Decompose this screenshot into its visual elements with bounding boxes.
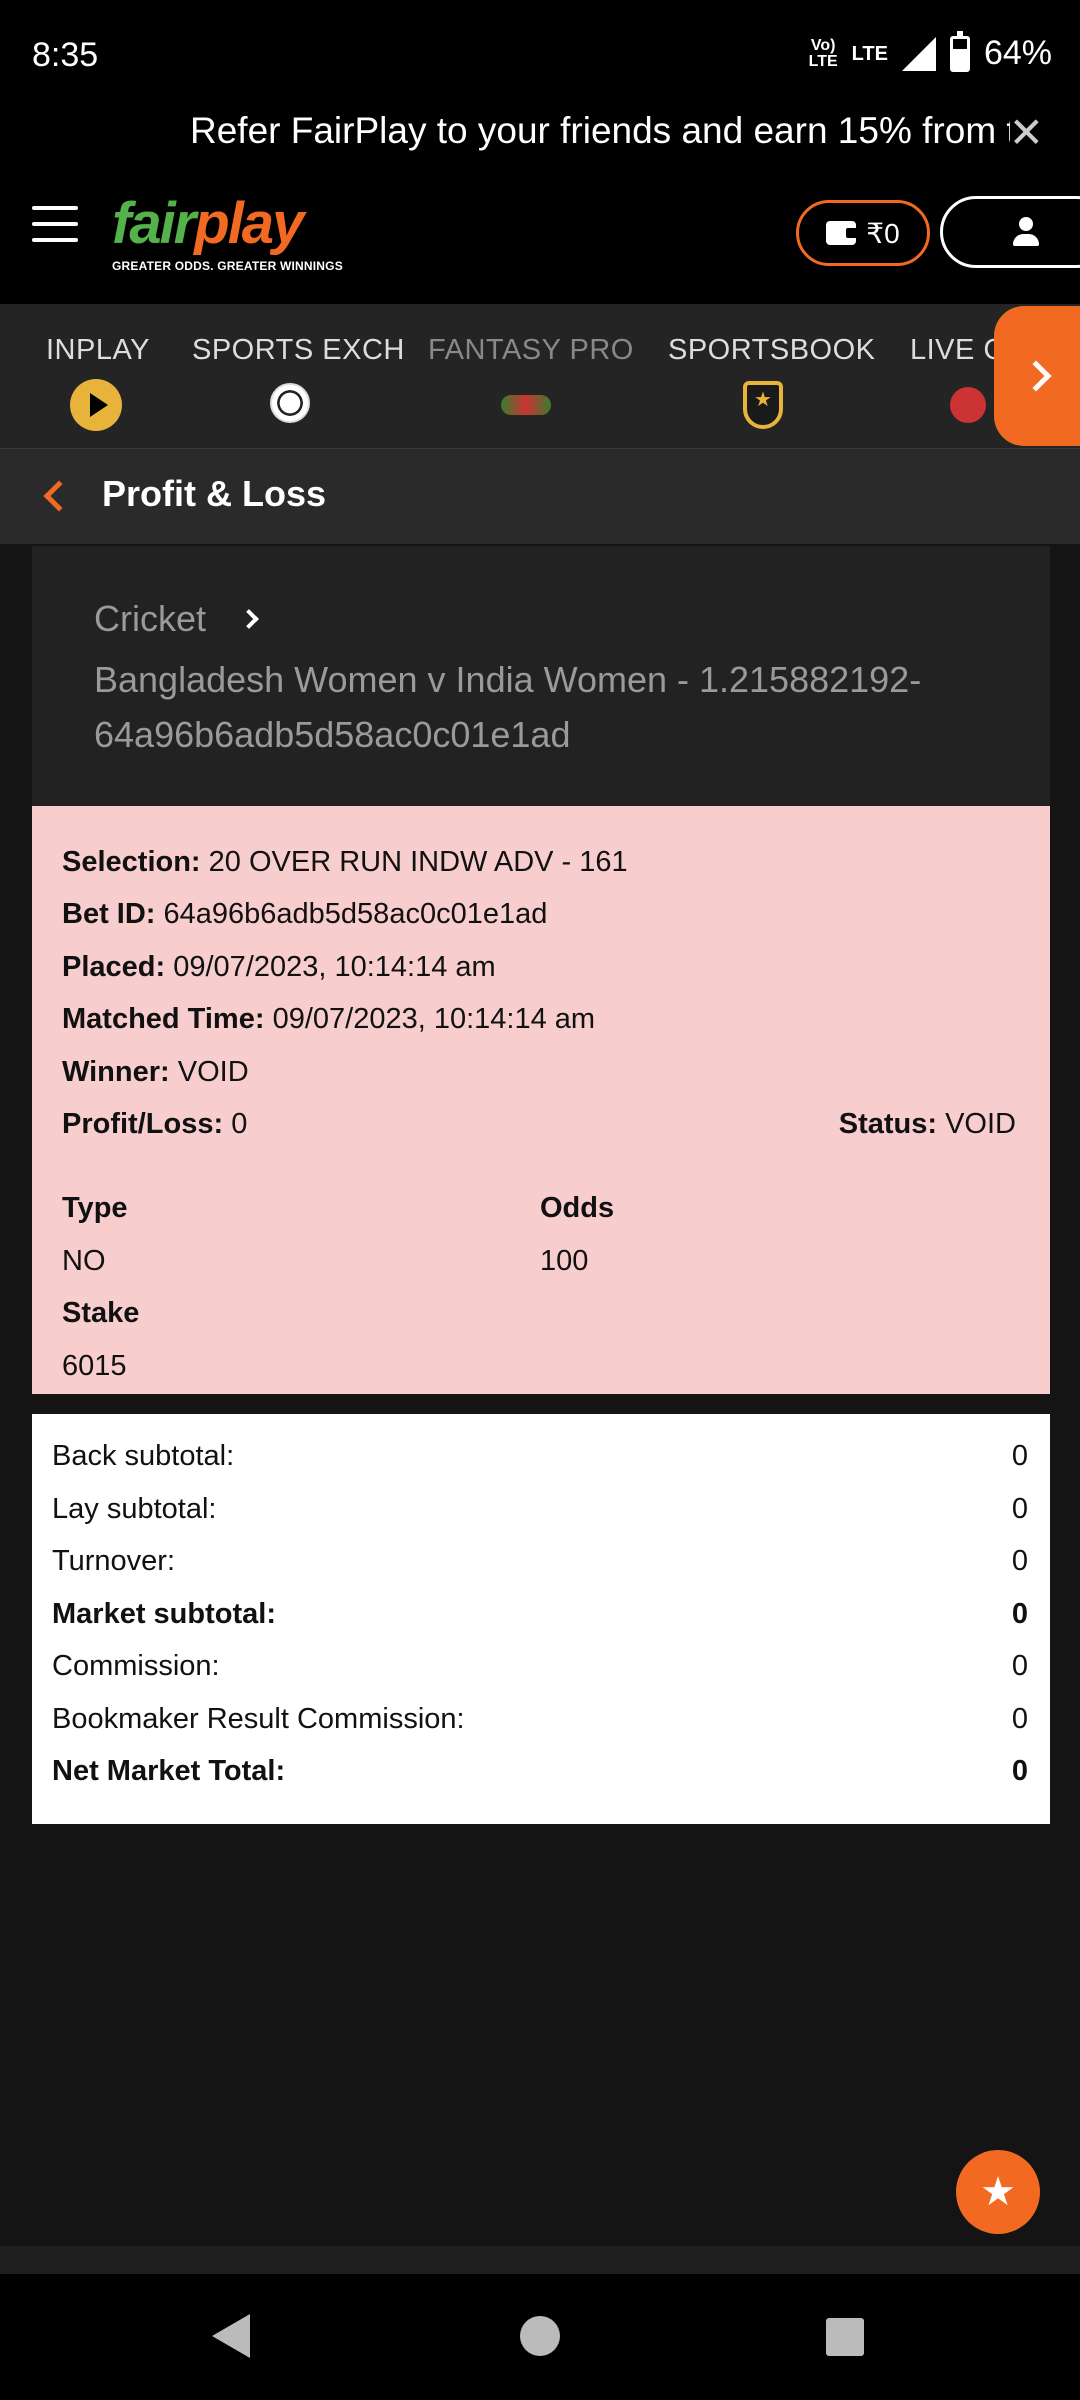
status-time: 8:35 [32, 36, 99, 74]
tab-label: SPORTS EXCH [192, 334, 405, 366]
soccer-ball-icon [270, 383, 310, 423]
category-nav: INPLAY SPORTS EXCH FANTASY PRO SPORTSBOO… [0, 304, 1080, 448]
placed-value: 09/07/2023, 10:14:14 am [173, 951, 496, 983]
category-next-button[interactable] [994, 306, 1080, 446]
wallet-button[interactable]: ₹0 [796, 200, 930, 266]
bet-details-card: Selection: 20 OVER RUN INDW ADV - 161 Be… [32, 806, 1050, 1394]
tab-label: SPORTSBOOK [668, 334, 876, 366]
signal-icon [901, 36, 936, 71]
totals-row-commission: Commission: 0 [52, 1650, 1028, 1682]
totals-row-back-subtotal: Back subtotal: 0 [52, 1440, 1028, 1472]
fantasy-icon [501, 395, 551, 415]
bet-id-row: Bet ID: 64a96b6adb5d58ac0c01e1ad [62, 898, 548, 930]
referral-banner[interactable]: Refer FairPlay to your friends and earn … [0, 100, 1080, 166]
referral-banner-text: Refer FairPlay to your friends and earn … [190, 110, 1010, 151]
page-header: Profit & Loss [0, 448, 1080, 544]
logo-fair: fair [112, 191, 196, 256]
stake-label: Stake [62, 1297, 140, 1329]
profit-loss-value: 0 [231, 1108, 248, 1140]
totals-row-turnover: Turnover: 0 [52, 1545, 1028, 1577]
wallet-icon [826, 221, 859, 245]
winner-value: VOID [177, 1056, 249, 1088]
tab-fantasy-pro[interactable]: FANTASY PRO [428, 334, 634, 415]
totals-row-market-subtotal: Market subtotal: 0 [52, 1598, 1028, 1630]
chevron-right-icon [1020, 360, 1052, 392]
nav-home-icon[interactable] [520, 2316, 560, 2356]
tab-label: INPLAY [46, 334, 151, 366]
bet-id-value: 64a96b6adb5d58ac0c01e1ad [163, 898, 548, 930]
type-value: NO [62, 1245, 106, 1277]
play-icon [70, 379, 122, 431]
sport-label: Cricket [94, 598, 207, 639]
app-header: fairplay GREATER ODDS. GREATER WINNINGS … [0, 166, 1080, 304]
status-bar: 8:35 Vo) LTE LTE 64% [0, 0, 1080, 112]
odds-value: 100 [540, 1245, 589, 1277]
bottom-strip [0, 2246, 1080, 2274]
placed-row: Placed: 09/07/2023, 10:14:14 am [62, 951, 496, 983]
status-value: VOID [945, 1108, 1016, 1140]
volte-icon: Vo) LTE [808, 36, 838, 70]
user-icon [1011, 217, 1041, 247]
back-chevron-icon[interactable] [43, 480, 75, 512]
winner-row: Winner: VOID [62, 1056, 249, 1088]
chevron-right-icon [239, 609, 259, 629]
stake-value: 6015 [62, 1350, 127, 1382]
page-title: Profit & Loss [102, 473, 327, 514]
status-icons: Vo) LTE LTE 64% [808, 30, 1052, 73]
matched-time-value: 09/07/2023, 10:14:14 am [272, 1003, 596, 1035]
nav-recents-icon[interactable] [826, 2318, 864, 2356]
breadcrumb[interactable]: Cricket [94, 598, 259, 640]
star-icon: ★ [980, 2170, 1016, 2214]
nav-back-icon[interactable] [212, 2314, 250, 2358]
live-casino-icon [950, 387, 986, 423]
favorites-fab[interactable]: ★ [956, 2150, 1040, 2234]
logo-play: play [194, 191, 304, 256]
profit-loss-row: Profit/Loss: 0 [62, 1108, 248, 1140]
logo-tagline: GREATER ODDS. GREATER WINNINGS [112, 259, 343, 273]
type-label: Type [62, 1192, 128, 1224]
battery-percent: 64% [983, 34, 1052, 72]
shield-star-icon [743, 381, 783, 429]
battery-icon [949, 30, 970, 72]
totals-row-bookmaker-commission: Bookmaker Result Commission: 0 [52, 1703, 1028, 1735]
event-title: Bangladesh Women v India Women - 1.21588… [94, 659, 922, 755]
tab-sportsbook[interactable]: SPORTSBOOK [668, 334, 876, 429]
tab-sports-exch[interactable]: SPORTS EXCH [192, 334, 405, 423]
status-row: Status: VOID [838, 1108, 1016, 1140]
matched-time-row: Matched Time: 09/07/2023, 10:14:14 am [62, 1003, 596, 1035]
account-button[interactable] [940, 196, 1080, 268]
system-nav-bar [0, 2274, 1080, 2400]
selection-row: Selection: 20 OVER RUN INDW ADV - 161 [62, 846, 628, 878]
tab-label: FANTASY PRO [428, 334, 634, 366]
selection-value: 20 OVER RUN INDW ADV - 161 [208, 846, 628, 878]
fairplay-logo[interactable]: fairplay GREATER ODDS. GREATER WINNINGS [112, 190, 343, 273]
event-card: Cricket Bangladesh Women v India Women -… [32, 546, 1050, 806]
lte-icon: LTE [851, 42, 888, 65]
totals-row-lay-subtotal: Lay subtotal: 0 [52, 1493, 1028, 1525]
menu-icon[interactable] [32, 206, 78, 242]
wallet-balance: ₹0 [866, 217, 900, 249]
tab-inplay[interactable]: INPLAY [46, 334, 151, 431]
close-icon[interactable]: ✕ [1009, 108, 1044, 157]
totals-card: Back subtotal: 0 Lay subtotal: 0 Turnover:… [32, 1414, 1050, 1824]
odds-label: Odds [540, 1192, 615, 1224]
totals-row-net-market-total: Net Market Total: 0 [52, 1755, 1028, 1787]
